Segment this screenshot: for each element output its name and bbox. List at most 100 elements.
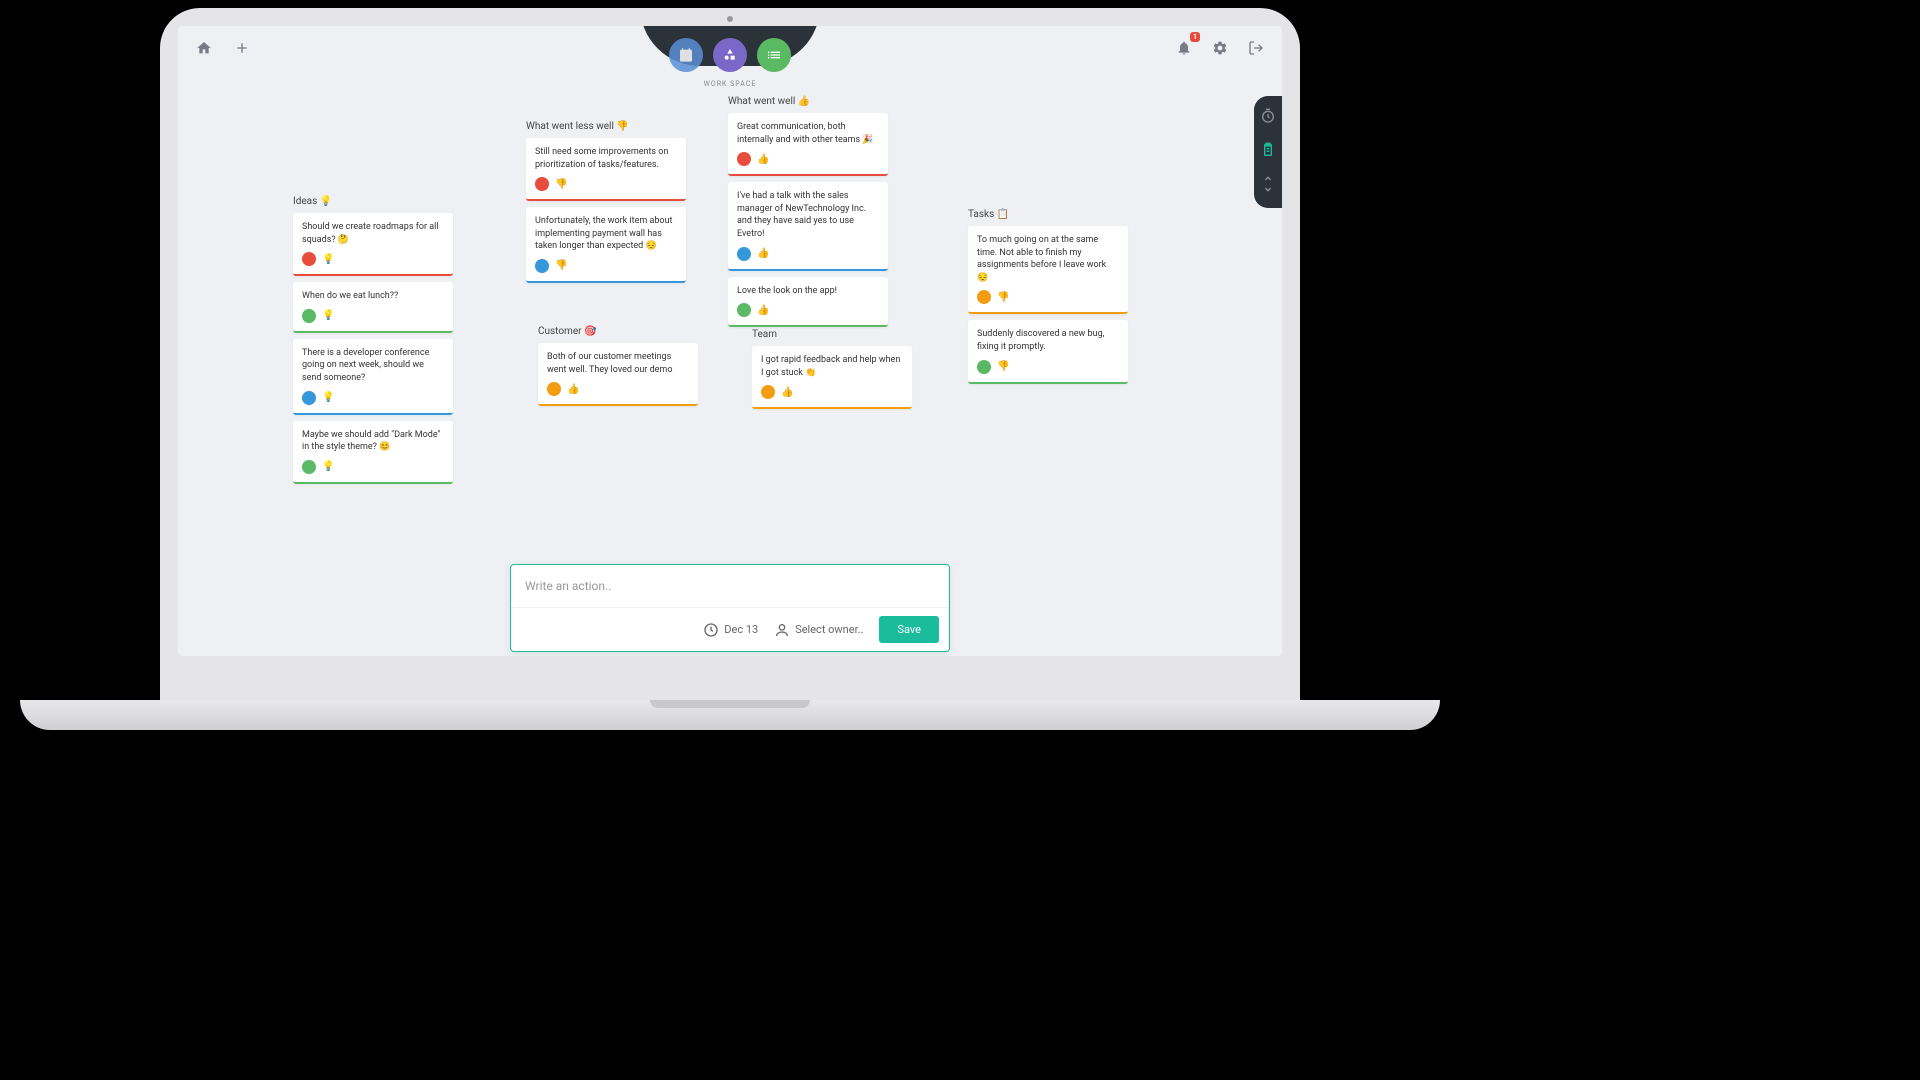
- reaction-icon[interactable]: 👎: [997, 292, 1009, 303]
- card[interactable]: There is a developer conference going on…: [293, 339, 453, 415]
- card[interactable]: Unfortunately, the work item about imple…: [526, 207, 686, 283]
- avatar: [761, 385, 775, 399]
- bell-icon: [1176, 40, 1192, 56]
- settings-button[interactable]: [1208, 36, 1232, 60]
- avatar: [977, 360, 991, 374]
- topbar-right: 1: [1172, 36, 1268, 60]
- reaction-icon[interactable]: 👍: [781, 387, 793, 398]
- reaction-icon[interactable]: 👎: [555, 179, 567, 190]
- avatar: [737, 247, 751, 261]
- owner-label: Select owner..: [795, 623, 863, 636]
- reaction-icon[interactable]: 👍: [757, 305, 769, 316]
- card-footer: 👎: [535, 177, 677, 191]
- column-less-well: What went less well 👎 Still need some im…: [526, 121, 686, 289]
- mode-group-button[interactable]: [713, 38, 747, 72]
- date-picker[interactable]: Dec 13: [703, 622, 758, 638]
- column-title-team: Team: [752, 329, 912, 340]
- card-footer: 👎: [535, 259, 677, 273]
- card-footer: 💡: [302, 309, 444, 323]
- reaction-icon[interactable]: 💡: [322, 254, 334, 265]
- shapes-icon: [722, 47, 738, 63]
- card-text: Love the look on the app!: [737, 285, 879, 298]
- reaction-icon[interactable]: 👎: [997, 361, 1009, 372]
- reaction-icon[interactable]: 👍: [757, 248, 769, 259]
- column-title-less-well: What went less well 👎: [526, 121, 686, 132]
- app-screen: 1: [178, 26, 1282, 656]
- topbar-left: [192, 36, 254, 60]
- avatar: [737, 152, 751, 166]
- add-button[interactable]: [230, 36, 254, 60]
- card-text: Great communication, both internally and…: [737, 121, 879, 146]
- notifications-button[interactable]: 1: [1172, 36, 1196, 60]
- card[interactable]: Should we create roadmaps for all squads…: [293, 213, 453, 276]
- action-input[interactable]: [511, 565, 949, 607]
- reaction-icon[interactable]: 👍: [567, 384, 579, 395]
- dock-circles: [669, 38, 791, 72]
- mode-dock: WORK SPACE: [640, 26, 820, 86]
- laptop-base: [20, 700, 1440, 730]
- owner-picker[interactable]: Select owner..: [774, 622, 863, 638]
- card-footer: 👍: [761, 385, 903, 399]
- column-title-customer: Customer 🎯: [538, 326, 698, 337]
- mode-list-button[interactable]: [757, 38, 791, 72]
- card[interactable]: I got rapid feedback and help when I got…: [752, 346, 912, 409]
- dock-label: WORK SPACE: [704, 80, 757, 88]
- card[interactable]: I've had a talk with the sales manager o…: [728, 182, 888, 270]
- avatar: [547, 382, 561, 396]
- avatar: [302, 460, 316, 474]
- card-text: When do we eat lunch??: [302, 290, 444, 303]
- card[interactable]: Maybe we should add "Dark Mode" in the s…: [293, 421, 453, 484]
- card[interactable]: To much going on at the same time. Not a…: [968, 226, 1128, 314]
- column-customer: Customer 🎯 Both of our customer meetings…: [538, 326, 698, 412]
- card[interactable]: Both of our customer meetings went well.…: [538, 343, 698, 406]
- card-text: Unfortunately, the work item about imple…: [535, 215, 677, 253]
- card-footer: 👎: [977, 360, 1119, 374]
- column-went-well: What went well 👍 Great communication, bo…: [728, 96, 888, 333]
- reaction-icon[interactable]: 👍: [757, 154, 769, 165]
- home-icon: [196, 40, 212, 56]
- reaction-icon[interactable]: 💡: [322, 461, 334, 472]
- mode-vote-button[interactable]: [669, 38, 703, 72]
- avatar: [302, 309, 316, 323]
- logout-icon: [1248, 40, 1264, 56]
- card-text: There is a developer conference going on…: [302, 347, 444, 385]
- card-text: I've had a talk with the sales manager o…: [737, 190, 879, 240]
- card-footer: 👍: [737, 152, 879, 166]
- card[interactable]: Love the look on the app! 👍: [728, 277, 888, 328]
- list-icon: [766, 47, 782, 63]
- card-footer: 👍: [737, 247, 879, 261]
- gear-icon: [1212, 40, 1228, 56]
- card-text: I got rapid feedback and help when I got…: [761, 354, 903, 379]
- save-button[interactable]: Save: [879, 616, 939, 643]
- card[interactable]: Great communication, both internally and…: [728, 113, 888, 176]
- laptop-notch: [650, 700, 810, 708]
- reaction-icon[interactable]: 👎: [555, 260, 567, 271]
- logout-button[interactable]: [1244, 36, 1268, 60]
- card-footer: 💡: [302, 391, 444, 405]
- avatar: [302, 252, 316, 266]
- card-text: Still need some improvements on prioriti…: [535, 146, 677, 171]
- avatar: [302, 391, 316, 405]
- date-label: Dec 13: [724, 623, 758, 636]
- card-text: Suddenly discovered a new bug, fixing it…: [977, 328, 1119, 353]
- card-footer: 💡: [302, 460, 444, 474]
- vote-icon: [678, 47, 694, 63]
- home-button[interactable]: [192, 36, 216, 60]
- column-tasks: Tasks 📋 To much going on at the same tim…: [968, 209, 1128, 390]
- card-footer: 👎: [977, 290, 1119, 304]
- card-text: To much going on at the same time. Not a…: [977, 234, 1119, 284]
- action-bar: Dec 13 Select owner.. Save: [510, 564, 950, 652]
- card[interactable]: Suddenly discovered a new bug, fixing it…: [968, 320, 1128, 383]
- avatar: [737, 303, 751, 317]
- notification-badge: 1: [1190, 32, 1200, 42]
- card-text: Maybe we should add "Dark Mode" in the s…: [302, 429, 444, 454]
- laptop-frame: 1: [160, 8, 1300, 708]
- avatar: [535, 177, 549, 191]
- person-icon: [774, 622, 790, 638]
- column-title-went-well: What went well 👍: [728, 96, 888, 107]
- card[interactable]: When do we eat lunch?? 💡: [293, 282, 453, 333]
- card[interactable]: Still need some improvements on prioriti…: [526, 138, 686, 201]
- reaction-icon[interactable]: 💡: [322, 392, 334, 403]
- reaction-icon[interactable]: 💡: [322, 310, 334, 321]
- column-title-ideas: Ideas 💡: [293, 196, 453, 207]
